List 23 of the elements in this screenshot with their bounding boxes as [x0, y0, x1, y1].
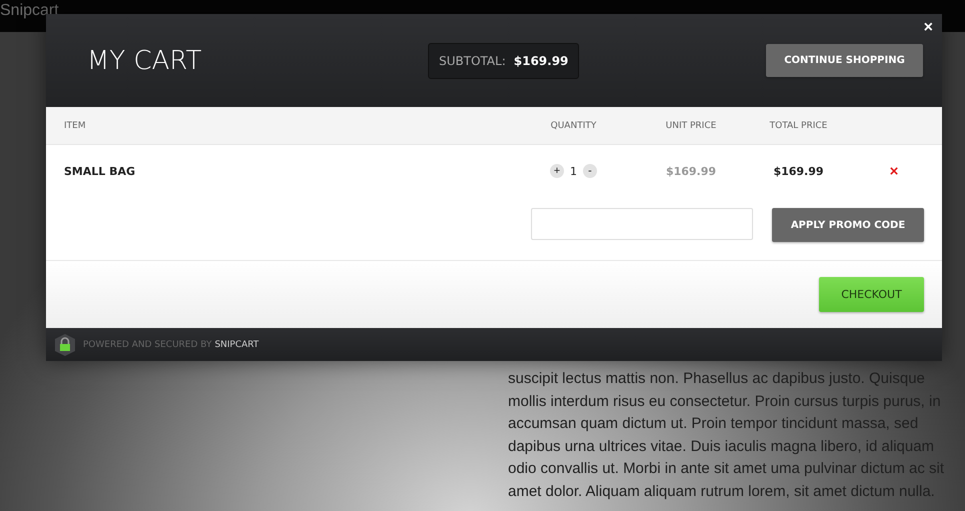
lock-icon — [55, 334, 75, 356]
close-button[interactable]: × — [924, 19, 933, 37]
site-brand[interactable]: Snipcart — [0, 0, 59, 22]
column-header: QUANTITY — [550, 120, 596, 130]
unit-price: $169.99 — [666, 164, 716, 178]
column-header: UNIT PRICE — [666, 120, 716, 130]
remove-button[interactable]: × — [890, 162, 898, 180]
footer-brand[interactable]: SNIPCART — [214, 340, 259, 350]
promo-code-field[interactable] — [531, 208, 753, 240]
footer-text: POWERED AND SECURED BY — [83, 340, 212, 350]
decrease-button[interactable]: - — [583, 164, 597, 178]
total-price: $169.99 — [773, 164, 824, 178]
subtotal-value: $169.99 — [514, 54, 568, 68]
cart-title: MY CART — [87, 46, 203, 76]
checkout-button[interactable]: CHECKOUT — [819, 277, 924, 312]
apply-promo-button[interactable]: APPLY PROMO CODE — [772, 208, 924, 242]
continue-shopping-button[interactable]: CONTINUE SHOPPING — [766, 44, 923, 77]
column-header: ITEM — [64, 120, 86, 130]
quantity-value: 1 — [570, 164, 577, 178]
subtotal-label: SUBTOTAL: — [439, 54, 506, 68]
increase-button[interactable]: + — [550, 164, 564, 178]
column-header: TOTAL PRICE — [770, 120, 828, 130]
item-name: SMALL BAG — [64, 164, 136, 178]
